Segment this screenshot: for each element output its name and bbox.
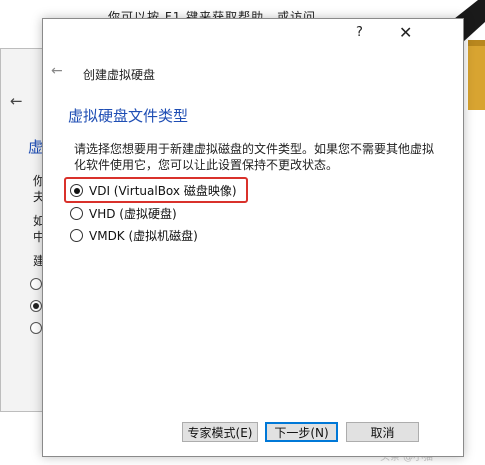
radio-vhd[interactable]: [70, 207, 83, 220]
option-vmdk-label[interactable]: VMDK (虚拟机磁盘): [89, 227, 198, 244]
help-button[interactable]: ?: [356, 25, 363, 40]
option-vmdk[interactable]: VMDK (虚拟机磁盘): [70, 227, 198, 244]
radio-vmdk[interactable]: [70, 229, 83, 242]
close-button[interactable]: ✕: [399, 23, 412, 42]
radio-vdi[interactable]: [70, 184, 83, 197]
next-button[interactable]: 下一步(N): [265, 422, 338, 442]
option-vdi-label[interactable]: VDI (VirtualBox 磁盘映像): [89, 182, 237, 199]
background-back-icon[interactable]: ←: [10, 92, 23, 110]
description-text: 请选择您想要用于新建虚拟磁盘的文件类型。如果您不需要其他虚拟化软件使用它，您可以…: [74, 142, 435, 172]
option-vdi[interactable]: VDI (VirtualBox 磁盘映像): [70, 182, 237, 199]
background-radio[interactable]: [30, 322, 42, 334]
page-heading: 虚拟硬盘文件类型: [68, 107, 189, 125]
background-radio[interactable]: [30, 300, 42, 312]
create-virtual-disk-dialog: ? ✕ ← 创建虚拟硬盘 虚拟硬盘文件类型 请选择您想要用于新建虚拟磁盘的文件类…: [42, 18, 464, 457]
option-vhd-label[interactable]: VHD (虚拟硬盘): [89, 205, 177, 222]
wizard-title: 创建虚拟硬盘: [83, 68, 156, 82]
background-heading-fragment: 虚: [28, 138, 44, 156]
expert-mode-button[interactable]: 专家模式(E): [182, 422, 258, 442]
cancel-button[interactable]: 取消: [346, 422, 419, 442]
back-arrow-icon[interactable]: ←: [51, 63, 63, 79]
option-vhd[interactable]: VHD (虚拟硬盘): [70, 205, 177, 222]
background-radio[interactable]: [30, 278, 42, 290]
